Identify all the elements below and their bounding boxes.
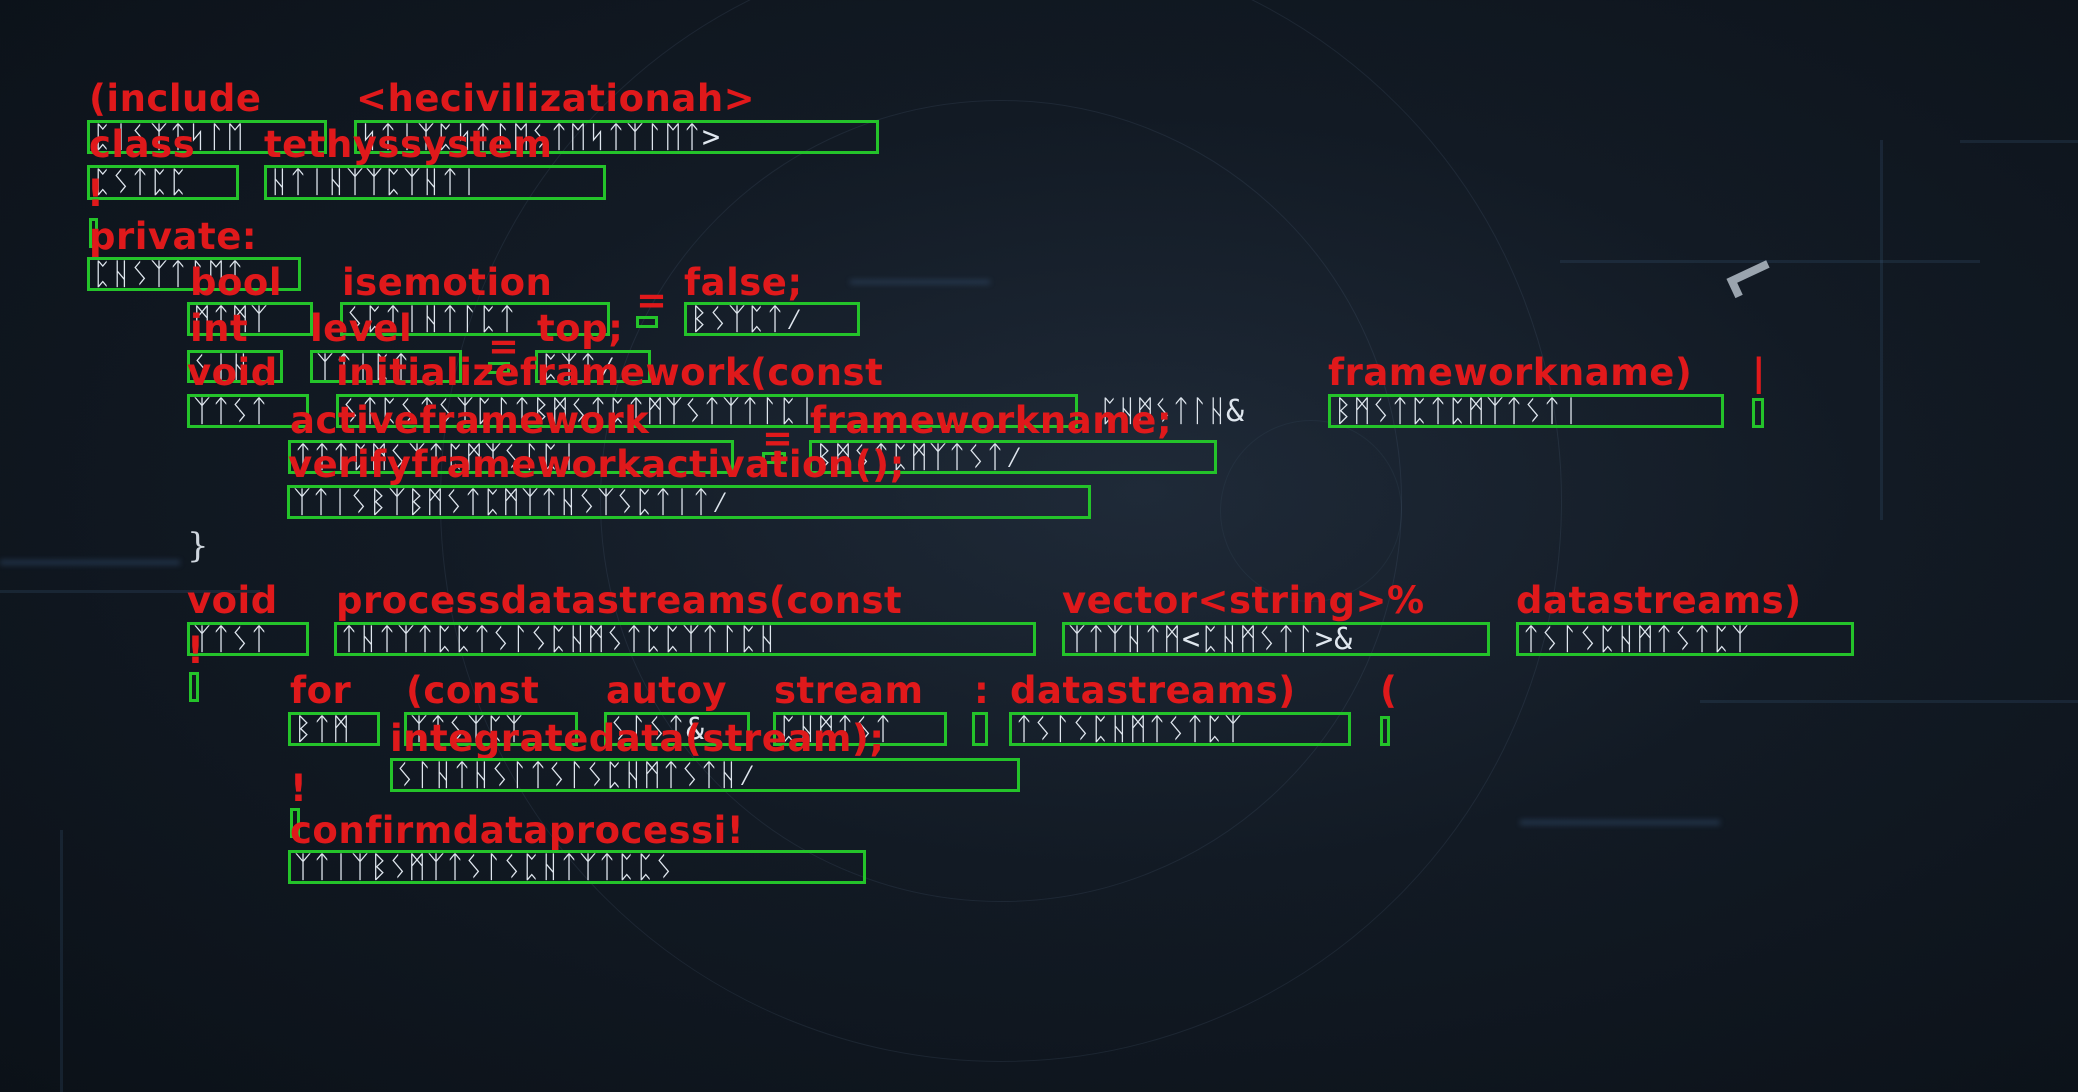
label-datastreams: datastreams) [1010,669,1296,712]
glyph-box: ᚺᛏᛁᚺᛉᛉᛈᛉᚺᛏᛁ [264,165,606,200]
label-const: (const [406,669,540,712]
glyph-box: ᛒᛗᛊᛏᛈᛏᛈᛗᛉᛏᛊᛏᛁ [1328,394,1724,428]
glyph-box: ᛉᛏᛊᛏ [187,622,309,656]
glyph-box: ᛏᛊᛚᛊᛈᚺᛗᛏᛊᛏᛈᛉ [1516,622,1854,656]
label-top: top; [537,307,624,350]
label-false: false; [684,261,803,304]
glyph-box: ᛒᛏᛗ [288,712,380,746]
glyph-box: ᛉᛏᛉᚺᛏᛗ<ᛈᚺᛗᛊᛏᛚ>& [1062,622,1490,656]
glyph-box: ¦ [972,712,988,746]
label-isemotion: isemotion [342,261,553,304]
label-bang: ! [187,629,205,672]
label-int: int [190,307,249,350]
label-colon: : [974,669,990,712]
glyph-box: ᛊᛚᚺᛏᚺᛊᛚᛏᛊᛚᛊᛈᚺᛗᛏᛊᛏᚺ⁄ [390,758,1020,792]
glyph-box: ᛏᚺᛏᛉᛏᛈᛈᛏᛊᛚᛊᛈᚺᛗᛊᛏᛈᛈᛉᛏᛚᛈᚺ [334,622,1036,656]
label-void: void [187,579,278,622]
glyph-box: ᛉᛏᛁᛉᛒᛊᛗᛉᛏᛊᛚᛊᛈᚺᛏᛉᛏᛈᛈᛊ [288,850,866,884]
label-hecivilizationah: <hecivilizationah> [356,77,756,120]
label-equals: = [636,279,668,322]
glyph-box: - [636,316,658,328]
label-level: level [310,307,413,350]
closing-brace: } [187,526,209,566]
label-bool: bool [190,261,283,304]
label-processdatastreams: processdatastreams(const [336,579,903,622]
label-autoy: autoy [606,669,728,712]
label-frameworkname: frameworkname) [1328,351,1693,394]
label-frameworkname-semi: frameworkname; [810,399,1173,442]
label-confirmdataprocessi: confirmdataprocessi! [290,809,745,852]
label-stream: stream [774,669,924,712]
label-integratedata: integratedata(stream); [390,717,885,760]
label-pipe: | [1752,351,1767,394]
glyph-box: ᛒᛊᛉᛈᛏ⁄ [684,302,860,336]
label-private: private: [89,215,258,258]
label-activeframework: activeframework [290,399,650,442]
glyph-box: ᛈᛊᛏᛈᛈ [87,165,239,200]
label-bang: ! [87,172,105,215]
label-bang: ! [290,767,308,810]
label-class: class [89,123,196,166]
glyph-box: ᛏᛊᛚᛊᛈᚺᛗᛏᛊᛏᛈᛉ [1009,712,1351,746]
label-initializeframework: initializeframework(const [336,351,884,394]
glyph-box: ᛉᛏᛁᛊᛒᛉᛒᛗᛊᛏᛈᛗᛉᛏᚺᛊᛉᛊᛈᛏᛁᛏ⁄ [287,485,1091,519]
glyph-box: ¦ [1752,398,1764,428]
label-datastreams: datastreams) [1516,579,1802,622]
glyph-box: ¦ [189,672,199,702]
label-tethyssystem: tethyssystem [264,123,553,166]
label-void: void [187,351,278,394]
label-paren: ( [1380,669,1398,712]
glyph-box: ¦ [1380,716,1390,746]
label-include: (include [89,77,262,120]
label-verifyframeworkactivation: verifyframeworkactivation(); [288,443,905,486]
label-vector-string: vector<string>% [1062,579,1425,622]
emblem-icon: ⌐ [1705,226,1794,326]
label-for: for [290,669,352,712]
